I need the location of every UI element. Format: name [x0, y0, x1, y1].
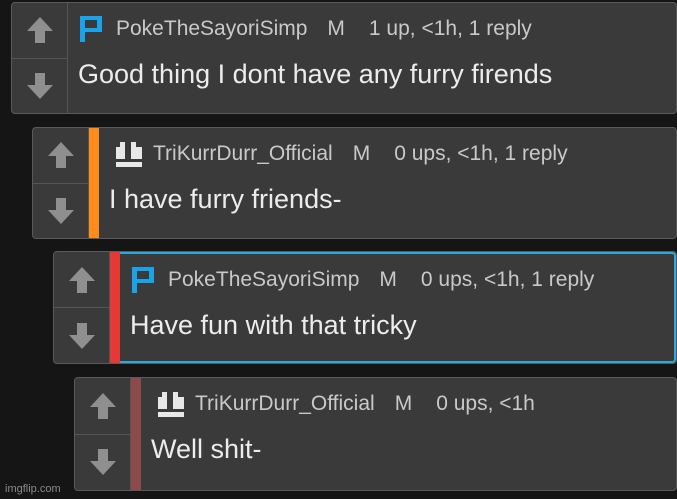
comment-text: Well shit-	[151, 434, 262, 464]
gender-badge: M	[379, 268, 397, 291]
upvote-button[interactable]	[12, 3, 68, 59]
comment-body: TriKurrDurr_Official M 0 ups, <1h Well s…	[141, 378, 676, 490]
comment-body: PokeTheSayoriSimp M 0 ups, <1h, 1 reply …	[120, 252, 676, 363]
avatar[interactable]	[151, 389, 191, 419]
upvote-button[interactable]	[54, 252, 110, 308]
arrow-down-icon	[89, 449, 116, 476]
comment-text: Have fun with that tricky	[130, 310, 417, 340]
username-link[interactable]: TriKurrDurr_Official	[153, 142, 333, 166]
username-link[interactable]: TriKurrDurr_Official	[195, 392, 375, 416]
arrow-up-icon	[47, 142, 74, 169]
vote-controls	[33, 128, 89, 238]
arrow-up-icon	[26, 17, 53, 44]
comment-card: PokeTheSayoriSimp M 1 up, <1h, 1 reply G…	[11, 2, 677, 114]
comment-meta: TriKurrDurr_Official M 0 ups, <1h	[151, 388, 670, 420]
arrow-up-icon	[89, 392, 116, 419]
vote-controls	[54, 252, 110, 363]
comment-card: PokeTheSayoriSimp M 0 ups, <1h, 1 reply …	[53, 251, 677, 364]
avatar[interactable]	[109, 139, 149, 169]
gender-badge: M	[352, 142, 371, 165]
vote-controls	[75, 378, 131, 490]
downvote-button[interactable]	[54, 308, 110, 363]
comment-body: TriKurrDurr_Official M 0 ups, <1h, 1 rep…	[99, 128, 676, 238]
downvote-button[interactable]	[33, 183, 89, 238]
username-link[interactable]: PokeTheSayoriSimp	[168, 268, 359, 292]
avatar[interactable]	[78, 14, 106, 44]
upvote-button[interactable]	[33, 128, 89, 184]
username-link[interactable]: PokeTheSayoriSimp	[116, 17, 307, 41]
vote-controls	[12, 3, 68, 113]
comment-card: TriKurrDurr_Official M 0 ups, <1h, 1 rep…	[32, 127, 677, 239]
comment-stats: 0 ups, <1h, 1 reply	[420, 268, 595, 291]
downvote-button[interactable]	[75, 434, 131, 490]
comment-text: Good thing I dont have any furry firends	[78, 59, 553, 89]
thread-accent-bar	[110, 252, 120, 363]
comment-stats: 0 ups, <1h	[436, 392, 535, 415]
gender-badge: M	[327, 17, 345, 40]
comment-stats: 0 ups, <1h, 1 reply	[394, 142, 568, 165]
comment-stats: 1 up, <1h, 1 reply	[368, 17, 532, 40]
upvote-button[interactable]	[75, 378, 131, 435]
comment-meta: PokeTheSayoriSimp M 1 up, <1h, 1 reply	[78, 13, 670, 45]
watermark: imgflip.com	[5, 483, 61, 495]
downvote-button[interactable]	[12, 58, 68, 113]
arrow-down-icon	[26, 72, 53, 99]
arrow-down-icon	[68, 322, 95, 349]
comment-thread: PokeTheSayoriSimp M 1 up, <1h, 1 reply G…	[0, 0, 677, 499]
arrow-up-icon	[68, 266, 95, 293]
comment-meta: TriKurrDurr_Official M 0 ups, <1h, 1 rep…	[109, 138, 670, 170]
comment-body: PokeTheSayoriSimp M 1 up, <1h, 1 reply G…	[68, 3, 676, 113]
comment-meta: PokeTheSayoriSimp M 0 ups, <1h, 1 reply	[130, 264, 668, 296]
thread-accent-bar	[131, 378, 141, 490]
comment-card: TriKurrDurr_Official M 0 ups, <1h Well s…	[74, 377, 677, 491]
comment-text: I have furry friends-	[109, 184, 342, 214]
gender-badge: M	[394, 392, 413, 415]
avatar[interactable]	[130, 265, 158, 295]
arrow-down-icon	[47, 197, 74, 224]
thread-accent-bar	[89, 128, 99, 238]
